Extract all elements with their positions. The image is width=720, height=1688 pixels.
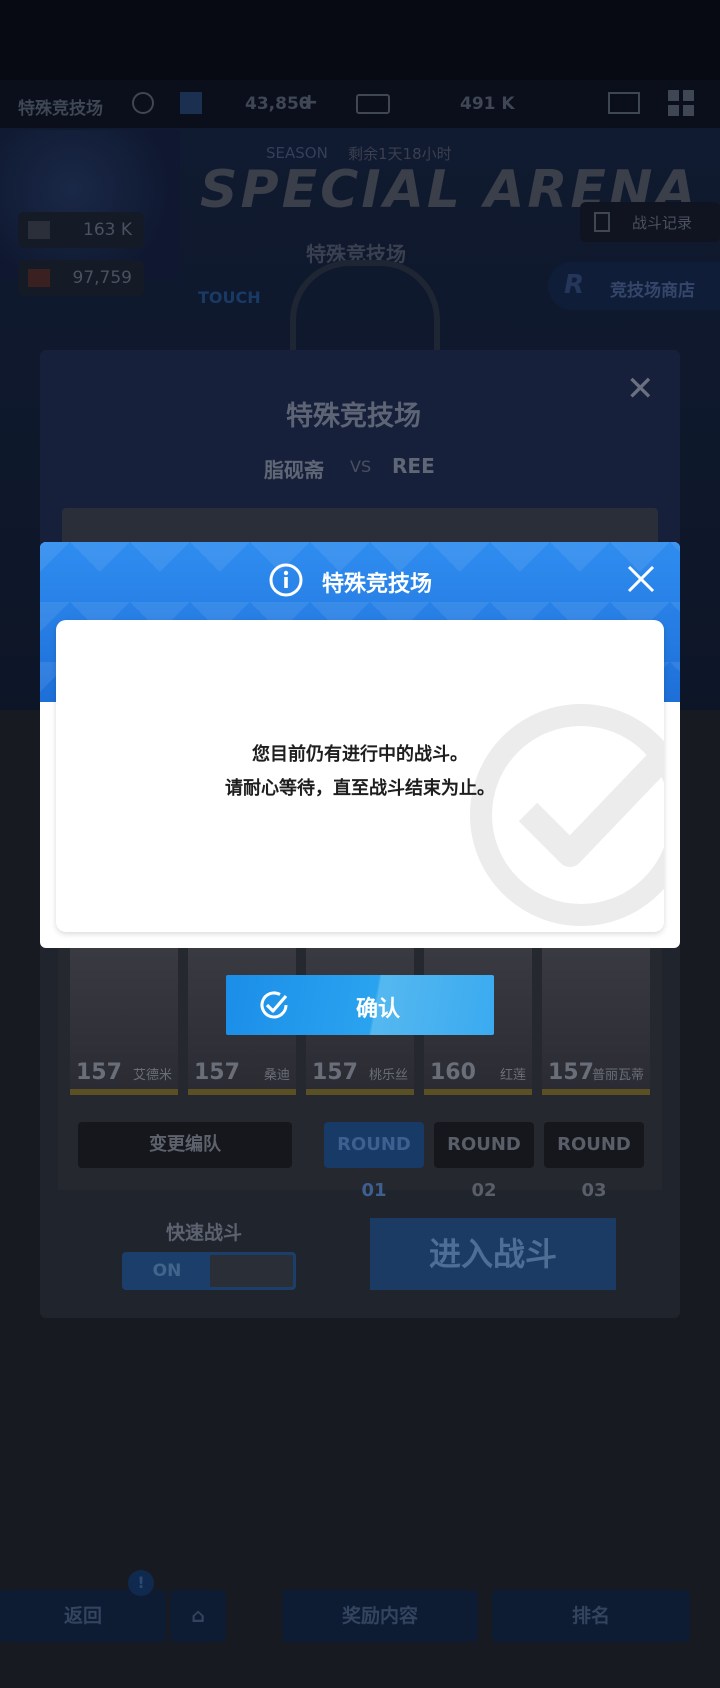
dialog-title: 特殊竞技场 [322,572,433,597]
shop-logo-icon: R [564,270,585,300]
card-level: 157 [194,1060,240,1085]
close-icon[interactable] [624,562,658,596]
reward-label: 奖励内容 [341,1605,418,1627]
flag-decoration [0,130,180,280]
ticket-icon [356,94,390,114]
add-currency-icon[interactable]: + [300,90,318,115]
confirm-label: 确认 [356,997,401,1022]
card-level: 160 [430,1060,476,1085]
menu-grid-icon[interactable] [668,90,694,116]
ranking-label: 排名 [571,1605,610,1627]
round-01-tab[interactable]: ROUND 01 [324,1122,424,1201]
player-right-name: REE [392,454,435,478]
power-icon [28,221,50,239]
home-icon: ⌂ [191,1605,205,1627]
card-name: 普丽瓦蒂 [591,1068,644,1083]
card-name: 艾德米 [132,1068,172,1083]
team-card-5[interactable]: 157 普丽瓦蒂 [542,945,650,1095]
gem-icon [180,92,202,114]
panel-close-icon[interactable]: ✕ [626,372,655,406]
round-02-tab[interactable]: ROUND 02 [434,1122,534,1201]
checkmark-watermark-icon [470,704,664,926]
document-icon [594,212,610,232]
arena-shop-label: 竞技场商店 [610,281,695,301]
dialog-body: 您目前仍有进行中的战斗。 请耐心等待，直至战斗结束为止。 [56,620,664,932]
stat-pill-2: 97,759 [18,260,144,296]
currency-2-value: 491 K [460,94,515,114]
battle-record-button[interactable]: 战斗记录 [580,202,720,242]
back-button[interactable]: 返回 [0,1590,166,1642]
alert-badge-icon: ! [128,1570,154,1596]
battle-record-label: 战斗记录 [632,214,693,232]
header-title: 特殊竞技场 [18,99,103,119]
team-card-1[interactable]: 157 艾德米 [70,945,178,1095]
player-left-name: 脂砚斋 [264,458,324,482]
enter-battle-button[interactable]: 进入战斗 [370,1218,616,1290]
arena-shop-button[interactable]: R 竞技场商店 [548,262,720,310]
touch-label[interactable]: TOUCH [198,288,261,307]
card-level: 157 [312,1060,358,1085]
change-team-button[interactable]: 变更编队 [78,1122,292,1168]
dialog-message-line-1: 您目前仍有进行中的战斗。 [252,744,468,765]
info-icon [269,563,303,597]
card-level: 157 [76,1060,122,1085]
stat-2-value: 97,759 [72,268,132,288]
mail-icon[interactable] [608,92,640,114]
card-name: 桑迪 [263,1068,290,1083]
info-dialog: 特殊竞技场 您目前仍有进行中的战斗。 请耐心等待，直至战斗结束为止。 [40,542,680,948]
trophy-icon [28,269,50,287]
quick-battle-label: 快速战斗 [166,1222,243,1244]
card-name: 桃乐丝 [368,1068,408,1083]
vs-label: VS [350,457,372,476]
quick-battle-state: ON [124,1254,210,1288]
confirm-button[interactable]: 确认 [226,975,494,1035]
check-circle-icon [260,991,288,1019]
dialog-message-line-2: 请耐心等待，直至战斗结束为止。 [225,778,495,799]
info-icon[interactable] [132,92,154,114]
back-label: 返回 [63,1605,102,1627]
card-level: 157 [548,1060,594,1085]
round-03-tab[interactable]: ROUND 03 [544,1122,644,1201]
stat-pill-1: 163 K [18,212,144,248]
stat-1-value: 163 K [83,220,132,240]
reward-button[interactable]: 奖励内容 [282,1590,478,1642]
card-name: 红莲 [499,1068,526,1083]
ranking-button[interactable]: 排名 [492,1590,690,1642]
battle-panel-title: 特殊竞技场 [286,401,421,432]
home-button[interactable]: ⌂ [170,1590,226,1642]
